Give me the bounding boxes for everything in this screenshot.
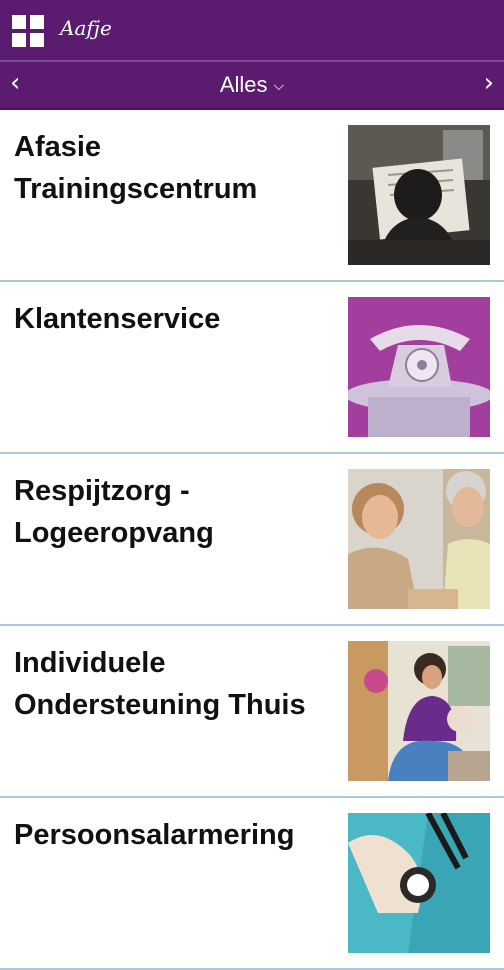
list-item[interactable]: Individuele Ondersteuning Thuis — [0, 626, 504, 798]
thumbnail-caregiver-with-elderly — [348, 641, 490, 781]
list-item[interactable]: Persoonsalarmering — [0, 798, 504, 970]
next-arrow-icon[interactable]: › — [484, 68, 494, 98]
item-title: Individuele Ondersteuning Thuis — [14, 647, 306, 721]
thumbnail-telephone — [348, 297, 490, 437]
list-item[interactable]: Afasie Trainingscentrum — [0, 110, 504, 282]
category-filter-select[interactable]: Alles ⌵ — [0, 72, 504, 98]
item-title: Afasie Trainingscentrum — [14, 131, 258, 205]
thumbnail-person-reading-newspaper — [348, 125, 490, 265]
app-logo: Aafje — [60, 16, 112, 40]
item-title: Respijtzorg - Logeeropvang — [14, 475, 214, 549]
chevron-down-icon: ⌵ — [273, 77, 285, 93]
item-title: Persoonsalarmering — [14, 819, 295, 851]
top-bar: Aafje — [0, 0, 504, 60]
thumbnail-alarm-button — [348, 813, 490, 953]
service-list: Afasie Trainingscentrum Klantenservice R… — [0, 110, 504, 970]
thumbnail-two-women-talking — [348, 469, 490, 609]
filter-label: Alles — [219, 72, 268, 97]
filter-bar: ‹ Alles ⌵ › — [0, 62, 504, 110]
list-item[interactable]: Klantenservice — [0, 282, 504, 454]
list-item[interactable]: Respijtzorg - Logeeropvang — [0, 454, 504, 626]
grid-menu-icon[interactable] — [12, 15, 44, 47]
item-title: Klantenservice — [14, 303, 221, 335]
